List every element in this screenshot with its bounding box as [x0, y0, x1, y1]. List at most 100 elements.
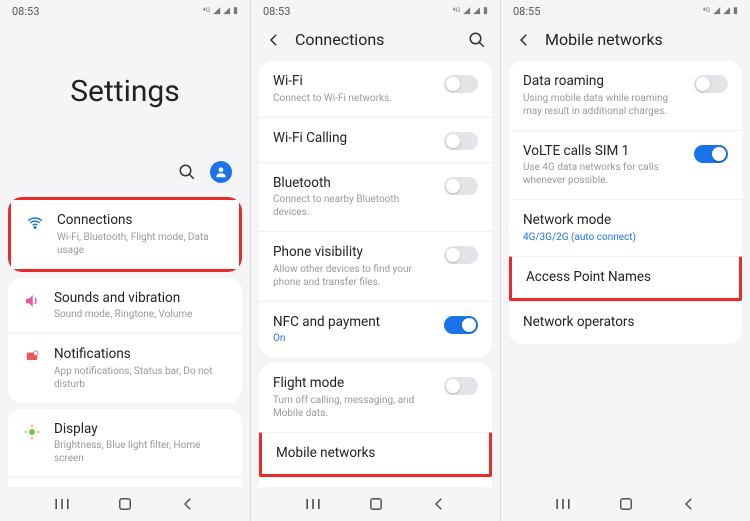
signal-icon: ◢	[463, 6, 470, 16]
settings-item-connections[interactable]: Connections Wi-Fi, Bluetooth, Flight mod…	[8, 197, 242, 272]
battery-icon: ▮	[483, 6, 488, 16]
list-item-subtitle: Connect to Wi-Fi networks.	[273, 92, 432, 105]
settings-item-wallpaper[interactable]: Wallpaper Home screen wallpaper, Lock sc…	[8, 477, 242, 487]
list-item-title: VoLTE calls SIM 1	[523, 143, 682, 161]
volte-icon: ⁴ᴳ	[452, 6, 460, 17]
settings-item-phone-visibility[interactable]: Phone visibility Allow other devices to …	[259, 231, 492, 301]
list-item-title: Network operators	[523, 314, 728, 332]
list-item-subtitle: Brightness, Blue light filter, Home scre…	[54, 439, 228, 465]
recent-apps-icon[interactable]	[51, 493, 73, 515]
signal-icon: ◢	[213, 6, 220, 16]
settings-group: Flight mode Turn off calling, messaging,…	[259, 363, 492, 487]
back-icon[interactable]	[515, 31, 533, 49]
list-item-subtitle: Connect to nearby Bluetooth devices.	[273, 193, 432, 219]
volte-icon: ⁴ᴳ	[202, 6, 210, 17]
settings-item-mobile-networks[interactable]: Mobile networks	[259, 432, 492, 478]
list-item-title: Flight mode	[273, 375, 432, 393]
list-item-subtitle: Using mobile data while roaming may resu…	[523, 92, 682, 118]
list-item-title: Sounds and vibration	[54, 290, 228, 308]
settings-item-notifications[interactable]: Notifications App notifications, Status …	[8, 333, 242, 403]
android-nav-bar	[251, 487, 500, 521]
list-item-body: Flight mode Turn off calling, messaging,…	[273, 375, 432, 420]
settings-item-sounds[interactable]: Sounds and vibration Sound mode, Rington…	[8, 278, 242, 334]
toggle-switch[interactable]	[444, 75, 478, 93]
home-icon[interactable]	[114, 493, 136, 515]
list-item-title: Display	[54, 421, 228, 439]
settings-group: Display Brightness, Blue light filter, H…	[8, 409, 242, 487]
recent-apps-icon[interactable]	[302, 493, 324, 515]
signal-icon: ◢	[713, 6, 720, 16]
list-item-body: NFC and payment On	[273, 314, 432, 346]
toggle-switch[interactable]	[444, 316, 478, 334]
list-item-body: Bluetooth Connect to nearby Bluetooth de…	[273, 175, 432, 220]
home-icon[interactable]	[615, 493, 637, 515]
home-icon[interactable]	[365, 493, 387, 515]
settings-item-nfc[interactable]: NFC and payment On	[259, 301, 492, 358]
wifi-icon	[25, 212, 45, 232]
back-icon[interactable]	[428, 493, 450, 515]
status-bar: 08:55 ⁴ᴳ ◢ ◢ ▮	[501, 0, 750, 22]
settings-item-network-mode[interactable]: Network mode 4G/3G/2G (auto connect)	[509, 199, 742, 256]
mobile-networks-list[interactable]: Data roaming Using mobile data while roa…	[501, 55, 750, 487]
settings-item-apn[interactable]: Access Point Names	[509, 256, 742, 302]
list-item-subtitle: Turn off calling, messaging, and Mobile …	[273, 394, 432, 420]
search-icon[interactable]	[468, 31, 486, 49]
connections-list[interactable]: Wi-Fi Connect to Wi-Fi networks. Wi-Fi C…	[251, 55, 500, 487]
header-actions	[0, 161, 250, 191]
toggle-switch[interactable]	[694, 75, 728, 93]
toggle-switch[interactable]	[444, 246, 478, 264]
android-nav-bar	[0, 487, 250, 521]
settings-item-wifi-calling[interactable]: Wi-Fi Calling	[259, 117, 492, 162]
toggle-switch[interactable]	[444, 377, 478, 395]
status-time: 08:53	[12, 5, 39, 18]
recent-apps-icon[interactable]	[552, 493, 574, 515]
list-item-title: Phone visibility	[273, 244, 432, 262]
status-time: 08:55	[513, 5, 540, 18]
list-item-body: Connections Wi-Fi, Bluetooth, Flight mod…	[57, 212, 225, 257]
toggle-switch[interactable]	[694, 145, 728, 163]
list-item-title: Connections	[57, 212, 225, 230]
settings-item-bluetooth[interactable]: Bluetooth Connect to nearby Bluetooth de…	[259, 162, 492, 232]
sound-icon	[22, 290, 42, 310]
settings-item-network-operators[interactable]: Network operators	[509, 301, 742, 344]
list-item-body: VoLTE calls SIM 1 Use 4G data networks f…	[523, 143, 682, 188]
page-header: Connections	[251, 22, 500, 55]
search-icon[interactable]	[178, 163, 196, 181]
page-header: Mobile networks	[501, 22, 750, 55]
list-item-title: Access Point Names	[526, 269, 725, 287]
volte-icon: ⁴ᴳ	[702, 6, 710, 17]
list-item-body: Mobile networks	[276, 445, 475, 463]
signal-icon: ◢	[723, 6, 730, 16]
back-icon[interactable]	[678, 493, 700, 515]
settings-group: Data roaming Using mobile data while roa…	[509, 61, 742, 344]
settings-item-data-usage[interactable]: Data usage	[259, 477, 492, 487]
settings-item-volte[interactable]: VoLTE calls SIM 1 Use 4G data networks f…	[509, 130, 742, 200]
settings-item-display[interactable]: Display Brightness, Blue light filter, H…	[8, 409, 242, 478]
list-item-title: Wi-Fi	[273, 73, 432, 91]
status-time: 08:53	[263, 5, 290, 18]
settings-group: Connections Wi-Fi, Bluetooth, Flight mod…	[8, 197, 242, 272]
account-avatar[interactable]	[210, 161, 232, 183]
list-item-body: Access Point Names	[526, 269, 725, 287]
settings-item-data-roaming[interactable]: Data roaming Using mobile data while roa…	[509, 61, 742, 130]
toggle-switch[interactable]	[444, 132, 478, 150]
back-icon[interactable]	[177, 493, 199, 515]
battery-icon: ▮	[733, 6, 738, 16]
settings-group: Wi-Fi Connect to Wi-Fi networks. Wi-Fi C…	[259, 61, 492, 357]
settings-item-flight-mode[interactable]: Flight mode Turn off calling, messaging,…	[259, 363, 492, 432]
list-item-body: Network operators	[523, 314, 728, 332]
list-item-title: Notifications	[54, 346, 228, 364]
settings-item-wifi[interactable]: Wi-Fi Connect to Wi-Fi networks.	[259, 61, 492, 117]
toggle-switch[interactable]	[444, 177, 478, 195]
phone-screen-settings: 08:53 ⁴ᴳ ◢ ◢ ▮ Settings Connections Wi-F	[0, 0, 250, 521]
list-item-title: Wi-Fi Calling	[273, 130, 432, 148]
status-bar: 08:53 ⁴ᴳ ◢ ◢ ▮	[0, 0, 250, 22]
status-bar: 08:53 ⁴ᴳ ◢ ◢ ▮	[251, 0, 500, 22]
back-icon[interactable]	[265, 31, 283, 49]
list-item-subtitle: Wi-Fi, Bluetooth, Flight mode, Data usag…	[57, 231, 225, 257]
status-icons: ⁴ᴳ ◢ ◢ ▮	[702, 6, 738, 17]
battery-icon: ▮	[233, 6, 238, 16]
list-item-title: Network mode	[523, 212, 728, 230]
settings-list[interactable]: Connections Wi-Fi, Bluetooth, Flight mod…	[0, 191, 250, 487]
list-item-body: Wi-Fi Calling	[273, 130, 432, 148]
